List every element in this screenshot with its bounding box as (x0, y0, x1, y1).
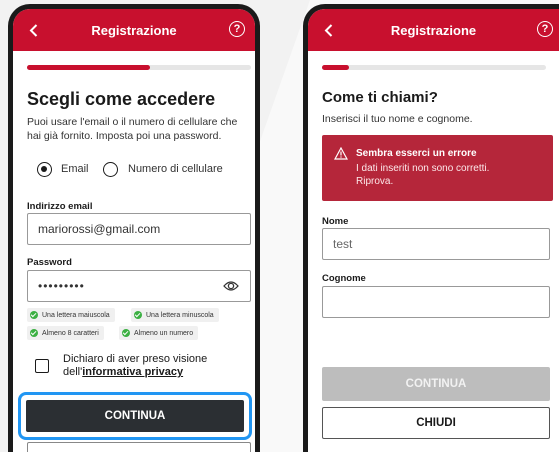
progress-fill (322, 65, 349, 70)
progress-bar (27, 65, 251, 70)
error-title: Sembra esserci un errore (356, 148, 477, 159)
page-title: Scegli come accedere (27, 89, 216, 109)
check-circle-icon (30, 311, 38, 319)
rule-uppercase: Una lettera maiuscola (27, 308, 115, 322)
help-icon[interactable]: ? (537, 21, 553, 37)
secondary-button[interactable] (27, 442, 251, 452)
error-banner: Sembra esserci un errore I dati inseriti… (322, 135, 553, 201)
page-description: Puoi usare l'email o il numero di cellul… (27, 116, 238, 142)
header-title: Registrazione (91, 22, 177, 38)
back-button[interactable] (318, 20, 338, 40)
app-header: Registrazione ? (308, 9, 559, 51)
help-icon[interactable]: ? (229, 21, 245, 37)
password-input[interactable]: ••••••••• (27, 270, 251, 302)
check-circle-icon (134, 311, 142, 319)
name-input[interactable]: test (322, 228, 550, 260)
rule-number: Almeno un numero (119, 326, 199, 340)
surname-label: Cognome (322, 273, 366, 284)
name-label: Nome (322, 216, 349, 227)
chevron-left-icon (324, 23, 332, 37)
continue-button-disabled[interactable]: CONTINUA (322, 367, 550, 401)
password-value: ••••••••• (38, 279, 85, 293)
rule-lowercase: Una lettera minuscola (131, 308, 219, 322)
page-title: Come ti chiami? (322, 89, 438, 106)
email-input[interactable]: mariorossi@gmail.com (27, 213, 251, 245)
radio-email[interactable] (37, 162, 52, 177)
check-circle-icon (122, 329, 130, 337)
name-value: test (333, 237, 353, 251)
back-button[interactable] (23, 20, 43, 40)
chevron-left-icon (29, 23, 37, 37)
page-description: Inserisci il tuo nome e cognome. (322, 113, 473, 125)
eye-icon[interactable] (223, 279, 239, 298)
email-label: Indirizzo email (27, 201, 93, 212)
header-title: Registrazione (390, 22, 477, 38)
radio-email-label: Email (61, 163, 89, 175)
continue-button[interactable]: CONTINUA (26, 400, 244, 432)
phone-screen-name: Registrazione ? Come ti chiami? Inserisc… (303, 4, 559, 452)
privacy-checkbox[interactable] (35, 359, 49, 373)
rule-min-length: Almeno 8 caratteri (27, 326, 104, 340)
close-button[interactable]: CHIUDI (322, 407, 550, 439)
app-header: Registrazione ? (13, 9, 255, 51)
radio-phone[interactable] (103, 162, 118, 177)
warning-icon (333, 146, 349, 165)
email-value: mariorossi@gmail.com (38, 222, 161, 236)
privacy-text: Dichiaro di aver preso visione dell'info… (63, 353, 208, 378)
progress-bar (322, 65, 546, 70)
privacy-link[interactable]: informativa privacy (82, 366, 183, 378)
progress-fill (27, 65, 151, 70)
phone-screen-access: Registrazione ? Scegli come accedere Puo… (8, 4, 260, 452)
radio-phone-label: Numero di cellulare (128, 163, 223, 175)
password-label: Password (27, 257, 72, 268)
check-circle-icon (30, 329, 38, 337)
surname-input[interactable] (322, 286, 550, 318)
error-message: I dati inseriti non sono corretti. Ripro… (356, 163, 490, 187)
